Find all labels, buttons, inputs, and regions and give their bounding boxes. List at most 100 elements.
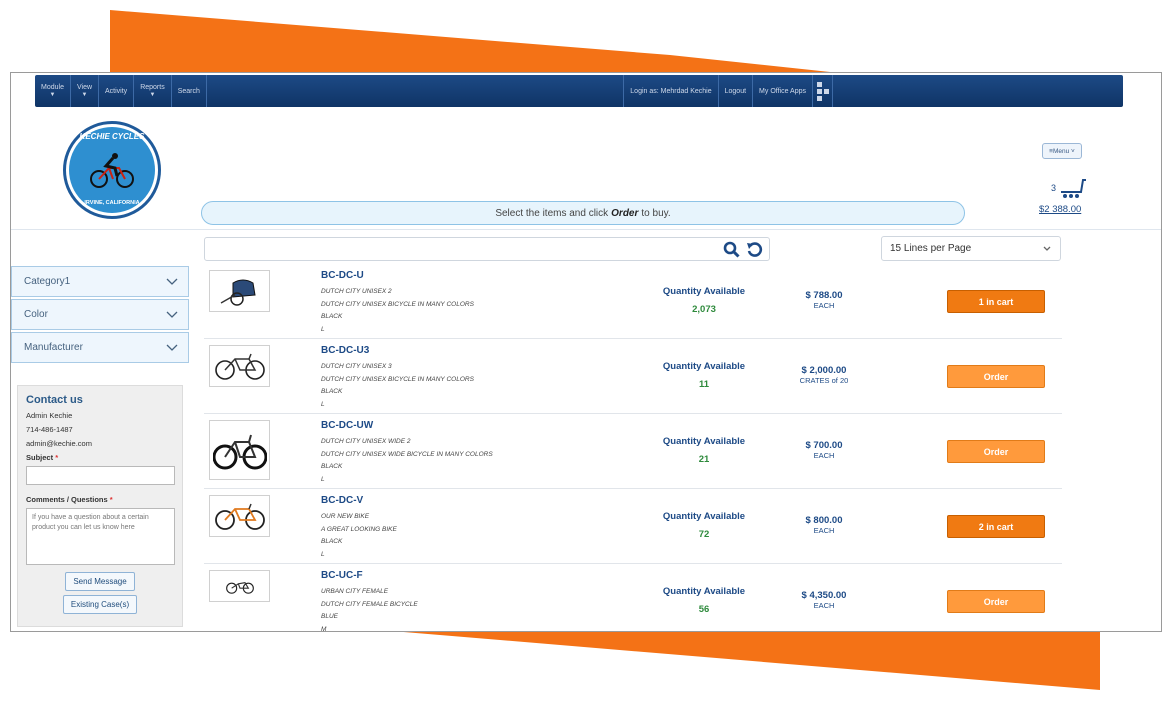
subject-field[interactable] bbox=[26, 466, 175, 485]
subject-label-text: Subject bbox=[26, 453, 54, 462]
price-unit: EACH bbox=[813, 601, 835, 610]
filter-color[interactable]: Color bbox=[11, 299, 189, 330]
lines-per-page-select[interactable]: 15 Lines per Page bbox=[881, 236, 1061, 261]
product-description: DUTCH CITY UNISEX WIDE 2 DUTCH CITY UNIS… bbox=[321, 436, 493, 486]
child-trailer-icon bbox=[220, 279, 256, 306]
nav-logout[interactable]: Logout bbox=[719, 75, 754, 107]
apps-grid-icon[interactable] bbox=[813, 75, 833, 107]
caret-down-icon: ▼ bbox=[49, 92, 56, 98]
filter-label: Color bbox=[24, 309, 48, 320]
product-row: BC-DC-V OUR NEW BIKE A GREAT LOOKING BIK… bbox=[204, 489, 1062, 564]
hint-text: Select the items and click bbox=[495, 207, 609, 219]
nav-label: Search bbox=[177, 87, 200, 95]
bicycle-icon bbox=[214, 353, 265, 380]
price-unit: EACH bbox=[813, 526, 835, 535]
nav-label: Activity bbox=[105, 87, 128, 95]
filter-category1[interactable]: Category1 bbox=[11, 266, 189, 297]
desc-line: L bbox=[321, 400, 325, 408]
reset-icon[interactable] bbox=[746, 241, 763, 258]
product-image[interactable] bbox=[209, 570, 270, 602]
nav-reports[interactable]: Reports ▼ bbox=[134, 75, 172, 107]
nav-search[interactable]: Search bbox=[172, 75, 207, 107]
price: $ 800.00 bbox=[805, 515, 843, 526]
nav-label: My Office Apps bbox=[759, 87, 806, 95]
nav-module[interactable]: Module ▼ bbox=[35, 75, 71, 107]
product-sku[interactable]: BC-DC-U3 bbox=[321, 345, 369, 356]
price: $ 788.00 bbox=[805, 290, 843, 301]
in-cart-button[interactable]: 1 in cart bbox=[947, 290, 1045, 313]
product-image[interactable] bbox=[209, 345, 270, 387]
menu-button[interactable]: ≡Menu ˅ bbox=[1042, 143, 1082, 159]
nav-fill bbox=[833, 75, 1123, 107]
filter-label: Manufacturer bbox=[24, 342, 83, 353]
nav-label: Reports bbox=[140, 84, 165, 91]
road-bike-icon bbox=[214, 503, 265, 530]
existing-cases-button[interactable]: Existing Case(s) bbox=[62, 595, 138, 614]
mountain-bike-icon bbox=[212, 434, 267, 470]
product-image[interactable] bbox=[209, 420, 270, 480]
hint-text-end: to buy. bbox=[641, 207, 671, 219]
product-sku[interactable]: BC-DC-U bbox=[321, 270, 364, 281]
required-mark: * bbox=[109, 495, 113, 504]
nav-office-apps[interactable]: My Office Apps bbox=[753, 75, 813, 107]
desc-line: L bbox=[321, 325, 325, 333]
cart-total[interactable]: $2 388.00 bbox=[1039, 204, 1081, 215]
nav-label: Module bbox=[41, 84, 64, 91]
nav-activity[interactable]: Activity bbox=[99, 75, 135, 107]
filter-manufacturer[interactable]: Manufacturer bbox=[11, 332, 189, 363]
product-row: BC-UC-F URBAN CITY FEMALE DUTCH CITY FEM… bbox=[204, 564, 1062, 631]
company-logo: KECHIE CYCLES IRVINE, CALIFORNIA bbox=[63, 121, 161, 219]
chevron-down-icon bbox=[166, 278, 178, 285]
contact-phone: 714-486-1487 bbox=[26, 425, 73, 434]
quantity-value: 72 bbox=[698, 529, 710, 540]
desc-line: L bbox=[321, 475, 325, 483]
send-message-button[interactable]: Send Message bbox=[65, 572, 135, 591]
quantity-label: Quantity Available bbox=[662, 361, 746, 372]
desc-line: DUTCH CITY UNISEX 2 bbox=[321, 288, 392, 295]
desc-line: BLACK bbox=[321, 313, 343, 320]
search-icon[interactable] bbox=[723, 241, 740, 258]
quantity-label: Quantity Available bbox=[662, 286, 746, 297]
product-sku[interactable]: BC-UC-F bbox=[321, 570, 363, 581]
desc-line: BLACK bbox=[321, 463, 343, 470]
comments-label-text: Comments / Questions bbox=[26, 495, 108, 504]
chevron-down-icon bbox=[1043, 246, 1051, 251]
product-sku[interactable]: BC-DC-V bbox=[321, 495, 363, 506]
header-divider bbox=[11, 229, 1161, 230]
search-input[interactable] bbox=[204, 237, 770, 261]
product-description: DUTCH CITY UNISEX 3 DUTCH CITY UNISEX BI… bbox=[321, 361, 474, 411]
nav-label: Logout bbox=[724, 87, 747, 95]
nav-view[interactable]: View ▼ bbox=[71, 75, 100, 107]
nav-login-as[interactable]: Login as: Mehrdad Kechie bbox=[624, 75, 719, 107]
logo-top-text: KECHIE CYCLES bbox=[79, 132, 145, 141]
price-unit: EACH bbox=[813, 301, 835, 310]
caret-down-icon: ▼ bbox=[81, 92, 88, 98]
quantity-value: 56 bbox=[698, 604, 710, 615]
cart-icon bbox=[1061, 179, 1086, 198]
desc-line: A GREAT LOOKING BIKE bbox=[321, 525, 397, 533]
product-sku[interactable]: BC-DC-UW bbox=[321, 420, 373, 431]
product-image[interactable] bbox=[209, 270, 270, 312]
order-button[interactable]: Order bbox=[947, 440, 1045, 463]
order-button[interactable]: Order bbox=[947, 365, 1045, 388]
contact-email: admin@kechie.com bbox=[26, 439, 92, 448]
comments-label: Comments / Questions * bbox=[26, 495, 174, 504]
product-image[interactable] bbox=[209, 495, 270, 537]
desc-line: URBAN CITY FEMALE bbox=[321, 588, 389, 595]
desc-line: DUTCH CITY FEMALE BICYCLE bbox=[321, 600, 418, 608]
contact-title: Contact us bbox=[26, 394, 83, 406]
order-button[interactable]: Order bbox=[947, 590, 1045, 613]
city-bike-icon bbox=[225, 582, 254, 594]
desc-line: BLUE bbox=[321, 613, 338, 620]
quantity-label: Quantity Available bbox=[662, 436, 746, 447]
price-unit: EACH bbox=[813, 451, 835, 460]
desc-line: BLACK bbox=[321, 538, 343, 545]
quantity-value: 11 bbox=[698, 379, 710, 390]
comments-field[interactable]: If you have a question about a certain p… bbox=[26, 508, 175, 565]
cart-widget[interactable]: 3 $2 388.00 bbox=[1035, 178, 1091, 218]
desc-line: BLACK bbox=[321, 388, 343, 395]
in-cart-button[interactable]: 2 in cart bbox=[947, 515, 1045, 538]
cyclist-icon bbox=[90, 153, 134, 188]
product-description: OUR NEW BIKE A GREAT LOOKING BIKE BLACK … bbox=[321, 511, 397, 561]
product-row: BC-DC-UW DUTCH CITY UNISEX WIDE 2 DUTCH … bbox=[204, 414, 1062, 489]
